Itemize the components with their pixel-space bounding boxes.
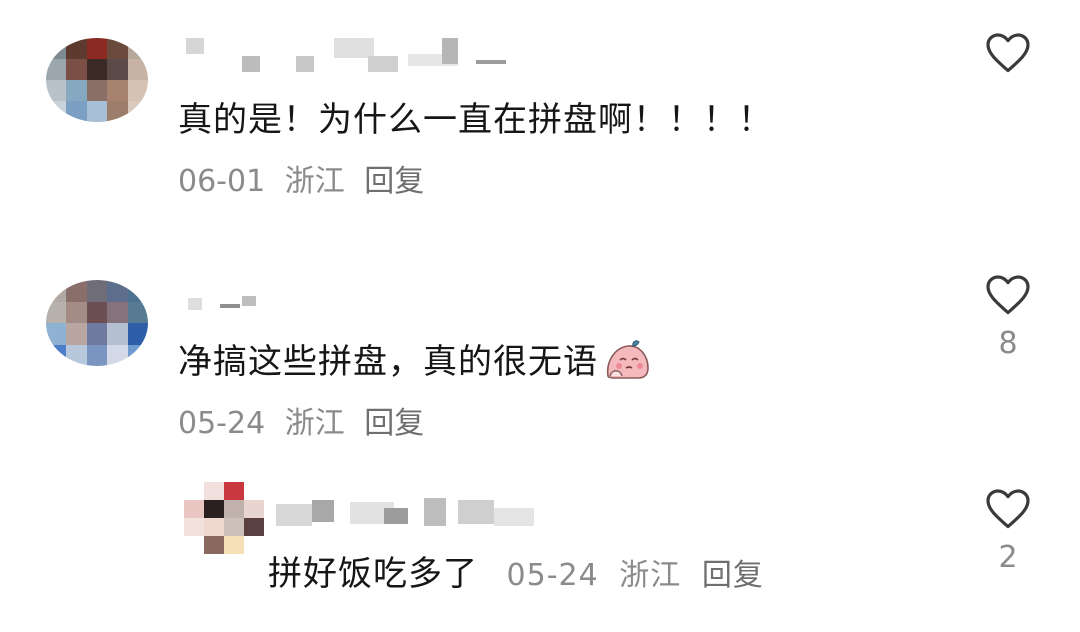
comment-location: 浙江 (619, 558, 682, 593)
reply-button[interactable]: 回复 (702, 558, 764, 593)
reply-button[interactable]: 回复 (364, 406, 424, 441)
avatar[interactable] (46, 38, 148, 122)
comment-text: 净搞这些拼盘，真的很无语 (178, 334, 652, 391)
avatar[interactable] (184, 482, 264, 554)
like-count: 2 (998, 540, 1018, 575)
comment-text-content: 净搞这些拼盘，真的很无语 (178, 342, 598, 382)
sighing-face-emoji (602, 336, 652, 391)
username-blurred[interactable] (272, 496, 542, 530)
like-count: 8 (998, 326, 1018, 361)
avatar[interactable] (46, 280, 148, 366)
comment-date: 05-24 (506, 558, 599, 593)
reply-text: 拼好饭吃多了 05-24 浙江 回复 (268, 546, 774, 595)
comment-date: 06-01 (178, 164, 266, 199)
comment-text-content: 拼好饭吃多了 (268, 554, 478, 594)
like-button[interactable]: 8 (978, 272, 1038, 361)
username-blurred[interactable] (180, 292, 270, 326)
comment-location: 浙江 (284, 164, 345, 199)
comment-meta: 06-01 浙江 回复 (178, 156, 434, 200)
reply-button[interactable]: 回复 (364, 164, 424, 199)
comment-text: 真的是！为什么一直在拼盘啊！！！！ (178, 100, 773, 140)
heart-outline-icon[interactable] (984, 30, 1032, 74)
like-button[interactable]: 2 (978, 486, 1038, 575)
heart-outline-icon[interactable] (984, 272, 1032, 316)
comment-location: 浙江 (284, 406, 345, 441)
comment-meta: 05-24 浙江 回复 (178, 398, 434, 442)
comment-date: 05-24 (178, 406, 266, 441)
like-button[interactable] (978, 30, 1038, 84)
comment-meta: 05-24 浙江 回复 (496, 558, 774, 593)
heart-outline-icon[interactable] (984, 486, 1032, 530)
username-blurred[interactable] (180, 36, 510, 72)
